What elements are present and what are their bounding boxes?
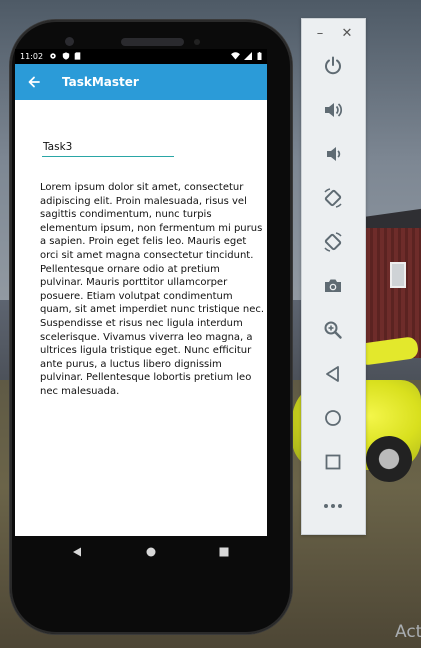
activate-windows-watermark: Act — [395, 622, 421, 642]
volume-up-icon[interactable] — [318, 95, 348, 125]
sd-card-icon — [74, 52, 81, 60]
task-detail-content: Task3 Lorem ipsum dolor sit amet, consec… — [15, 100, 267, 536]
emulator-window-controls: – ✕ — [302, 19, 365, 47]
task-description-text[interactable]: Lorem ipsum dolor sit amet, consectetur … — [40, 181, 265, 399]
app-title: TaskMaster — [62, 75, 139, 89]
android-navigation-bar — [15, 536, 267, 566]
status-left-icons — [49, 49, 81, 64]
status-time: 11:02 — [20, 52, 44, 61]
front-camera — [65, 37, 74, 46]
earpiece-speaker — [121, 38, 184, 46]
shield-icon — [62, 52, 69, 60]
arrow-back-icon[interactable] — [21, 69, 47, 95]
emulator-toolbar: – ✕ — [301, 18, 366, 535]
power-icon[interactable] — [318, 51, 348, 81]
zoom-icon[interactable] — [318, 315, 348, 345]
back-triangle-icon[interactable] — [67, 542, 87, 562]
minimize-icon[interactable]: – — [312, 25, 328, 41]
home-circle-icon[interactable] — [141, 542, 161, 562]
close-icon[interactable]: ✕ — [339, 25, 355, 41]
back-icon[interactable] — [318, 359, 348, 389]
rotate-left-icon[interactable] — [318, 183, 348, 213]
home-icon[interactable] — [318, 403, 348, 433]
overview-square-icon[interactable] — [214, 542, 234, 562]
status-bar: 11:02 — [15, 49, 267, 64]
phone-screen: 11:02 TaskMaster Task3 Lorem ipsum dolor… — [15, 49, 267, 536]
status-right-icons — [230, 49, 262, 64]
car-gullwing-door — [356, 335, 420, 367]
gear-icon — [50, 53, 56, 59]
rotate-right-icon[interactable] — [318, 227, 348, 257]
more-icon[interactable] — [318, 491, 348, 521]
camera-icon[interactable] — [318, 271, 348, 301]
overview-icon[interactable] — [318, 447, 348, 477]
app-bar: TaskMaster — [15, 64, 267, 100]
volume-down-icon[interactable] — [318, 139, 348, 169]
proximity-sensor — [194, 39, 200, 45]
wallpaper-barn-window — [390, 262, 406, 288]
task-title-input[interactable]: Task3 — [42, 140, 174, 157]
battery-icon — [257, 52, 262, 60]
wifi-icon — [230, 52, 240, 60]
signal-icon — [244, 52, 253, 60]
car-wheel — [366, 436, 412, 482]
